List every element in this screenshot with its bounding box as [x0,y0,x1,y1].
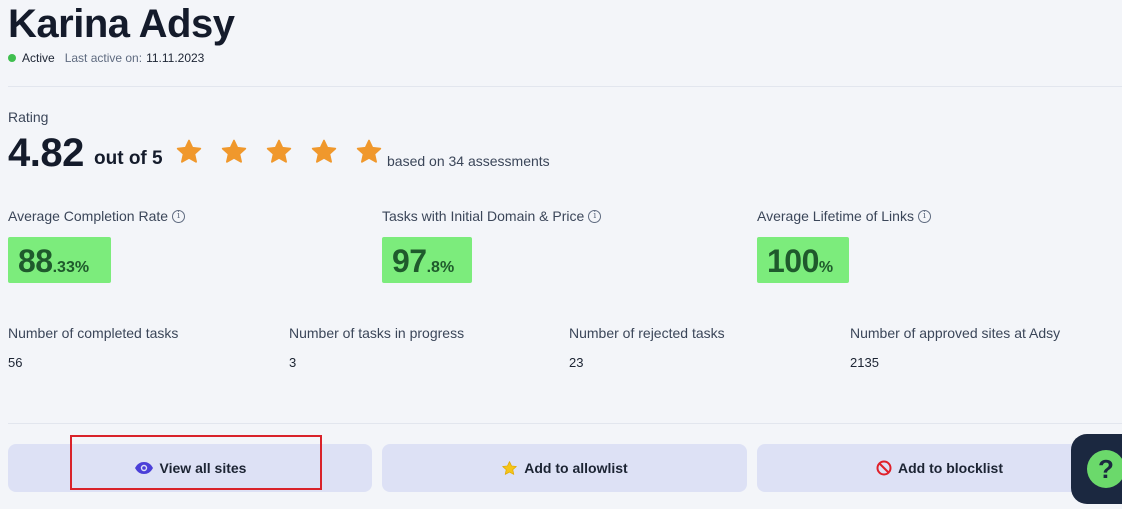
last-active-label: Last active on: [64,51,143,65]
info-icon[interactable]: i [588,209,602,223]
info-icon[interactable]: i [917,209,931,223]
eye-icon [134,461,154,475]
active-status-dot-icon [8,54,16,62]
metric-fraction: % [818,259,834,276]
stat-label-rejected-tasks: Number of rejected tasks [569,325,725,341]
prohibited-icon [876,460,892,476]
status-row: Active Last active on: 11.11.2023 [8,51,204,65]
stat-value-tasks-in-progress: 3 [289,355,297,370]
divider [8,86,1122,87]
metric-fraction: .8% [426,259,455,276]
rating-label: Rating [8,109,49,125]
stat-value-completed-tasks: 56 [8,355,23,370]
stat-value-rejected-tasks: 23 [569,355,584,370]
metric-whole: 100 [767,243,819,279]
view-all-sites-label: View all sites [159,460,247,476]
rating-stars [175,138,383,166]
add-to-blocklist-button[interactable]: Add to blocklist [757,444,1122,492]
divider [8,423,1122,424]
info-icon[interactable]: i [172,209,186,223]
rating-out-of: out of 5 [94,148,163,169]
status-text: Active [22,51,55,65]
rating-based-on: based on 34 assessments [387,153,550,169]
add-to-allowlist-button[interactable]: Add to allowlist [382,444,747,492]
metric-label-lifetime-links: Average Lifetime of Links i [757,208,931,224]
add-to-blocklist-label: Add to blocklist [898,460,1003,476]
stat-label-tasks-in-progress: Number of tasks in progress [289,325,465,341]
question-icon: ? [1087,450,1122,488]
last-active-date: 11.11.2023 [146,51,205,65]
add-to-allowlist-label: Add to allowlist [524,460,628,476]
stat-label-approved-sites: Number of approved sites at Adsy [850,325,1061,341]
stat-value-approved-sites: 2135 [850,355,879,370]
star-icon [501,460,518,477]
metric-label-completion-rate: Average Completion Rate i [8,208,186,224]
star-icon [356,139,382,163]
help-chat-button[interactable]: ? [1071,434,1122,504]
metric-label-text: Tasks with Initial Domain & Price [382,208,585,224]
star-icon [311,139,337,163]
metric-whole: 97 [392,243,427,279]
stat-label-completed-tasks: Number of completed tasks [8,325,179,341]
rating-value: 4.82 [8,131,84,175]
star-icon [176,139,202,163]
metric-value-initial-domain-price: 97.8% [382,237,472,283]
metric-label-initial-domain-price: Tasks with Initial Domain & Price i [382,208,602,224]
metric-fraction: .33% [52,259,90,276]
metric-whole: 88 [18,243,53,279]
metric-value-completion-rate: 88.33% [8,237,111,283]
star-icon [221,139,247,163]
view-all-sites-button[interactable]: View all sites [8,444,372,492]
metric-value-lifetime-links: 100% [757,237,849,283]
star-icon [266,139,292,163]
profile-name: Karina Adsy [8,2,235,46]
metric-label-text: Average Lifetime of Links [757,208,914,224]
metric-label-text: Average Completion Rate [8,208,169,224]
